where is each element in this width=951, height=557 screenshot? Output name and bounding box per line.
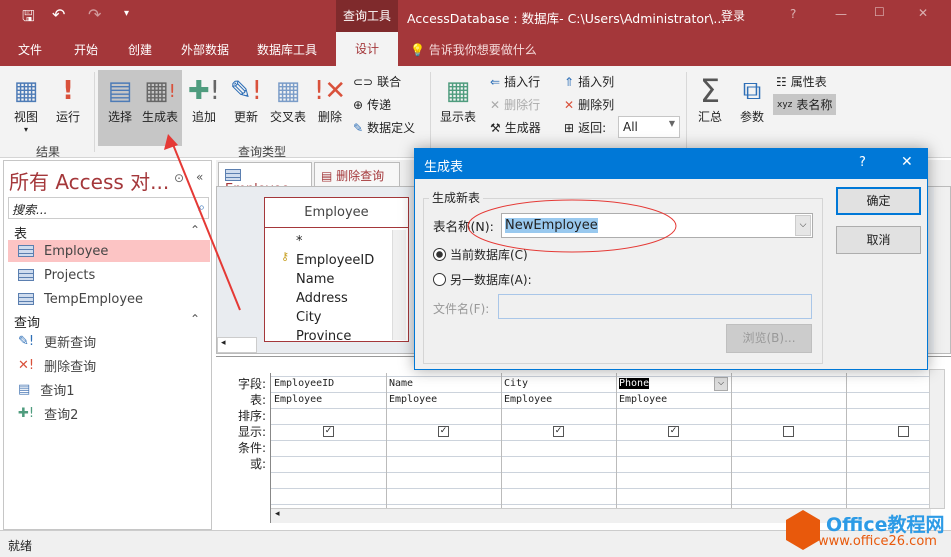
arrow-head: [164, 134, 178, 150]
office-logo: [786, 510, 820, 550]
annotation-arrow: [171, 141, 241, 311]
watermark: Office教程网 www.office26.com: [786, 508, 951, 556]
annotation-ellipse: [467, 199, 677, 253]
watermark-url: www.office26.com: [818, 534, 937, 549]
annotation-layer: [164, 134, 677, 311]
watermark-brand: Office教程网: [826, 514, 945, 536]
